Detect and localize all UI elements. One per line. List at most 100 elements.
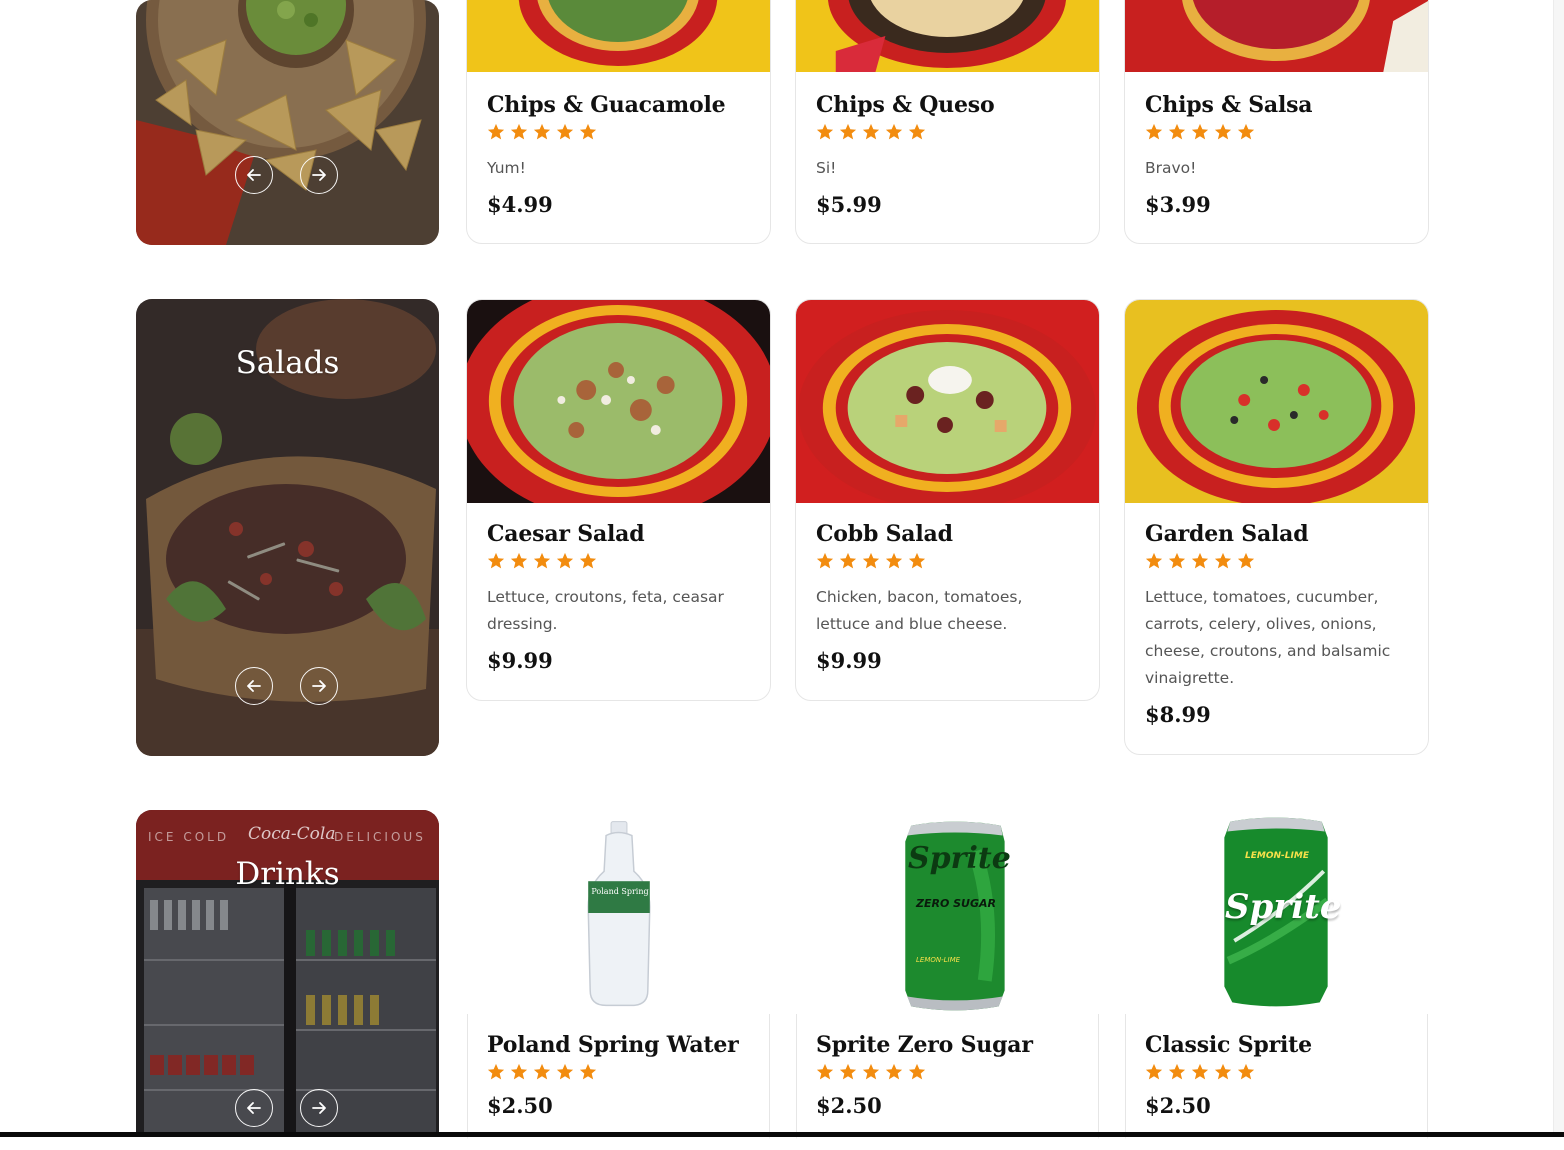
- star-icon: [487, 552, 505, 569]
- star-icon: [1168, 552, 1186, 569]
- item-description: Chicken, bacon, tomatoes, lettuce and bl…: [816, 588, 1023, 633]
- item-name: Chips & Queso: [816, 92, 995, 118]
- arrow-right-icon: [312, 169, 326, 181]
- menu-item-card[interactable]: Cobb Salad Chicken, bacon, tomatoes, let…: [795, 299, 1100, 701]
- salads-prev-button[interactable]: [235, 667, 273, 705]
- item-name: Classic Sprite: [1145, 1032, 1312, 1058]
- arrow-right-icon: [312, 1102, 326, 1114]
- star-icon: [816, 1063, 834, 1080]
- drinks-next-button[interactable]: [300, 1089, 338, 1127]
- arrow-left-icon: [247, 680, 261, 692]
- star-rating: [1145, 552, 1408, 572]
- star-icon: [510, 123, 528, 140]
- menu-item-card[interactable]: Chips & Salsa Bravo! $3.99: [1124, 0, 1429, 244]
- star-icon: [862, 552, 880, 569]
- star-icon: [839, 1063, 857, 1080]
- chips-next-button[interactable]: [300, 156, 338, 194]
- star-icon: [1214, 123, 1232, 140]
- star-icon: [908, 552, 926, 569]
- salads-next-button[interactable]: [300, 667, 338, 705]
- item-description: Yum!: [487, 159, 526, 177]
- menu-item-card[interactable]: LEMON-LIME Sprite Classic Sprite $2.50: [1124, 810, 1429, 1150]
- star-icon: [510, 552, 528, 569]
- item-price: $2.50: [1145, 1093, 1211, 1118]
- can-brand: Sprite: [908, 841, 1011, 876]
- item-photo: [467, 0, 770, 72]
- menu-item-card[interactable]: Sprite ZERO SUGAR LEMON-LIME Sprite Zero…: [795, 810, 1100, 1150]
- star-icon: [1191, 123, 1209, 140]
- star-icon: [533, 1063, 551, 1080]
- item-name: Caesar Salad: [487, 521, 645, 547]
- star-icon: [1214, 552, 1232, 569]
- star-icon: [839, 552, 857, 569]
- item-name: Sprite Zero Sugar: [816, 1032, 1033, 1058]
- star-icon: [816, 123, 834, 140]
- item-photo: [467, 300, 770, 503]
- star-icon: [579, 552, 597, 569]
- bottom-edge-bar: [0, 1132, 1564, 1137]
- star-rating: [487, 1063, 750, 1083]
- item-name: Chips & Guacamole: [487, 92, 726, 118]
- item-price: $5.99: [816, 192, 882, 217]
- star-icon: [533, 552, 551, 569]
- menu-item-card[interactable]: Chips & Queso Si! $5.99: [795, 0, 1100, 244]
- item-name: Garden Salad: [1145, 521, 1309, 547]
- category-card-drinks: ICE COLD Coca-Cola DELICIOUS Drinks: [136, 810, 439, 1137]
- star-rating: [487, 552, 750, 572]
- menu-item-card[interactable]: Caesar Salad Lettuce, croutons, feta, ce…: [466, 299, 771, 701]
- star-icon: [1168, 1063, 1186, 1080]
- star-icon: [579, 1063, 597, 1080]
- can-sublabel: ZERO SUGAR: [915, 897, 996, 910]
- star-rating: [487, 123, 750, 143]
- star-icon: [1145, 123, 1163, 140]
- star-icon: [579, 123, 597, 140]
- item-price: $9.99: [487, 648, 553, 673]
- item-photo: [1125, 0, 1428, 72]
- item-description: Lettuce, tomatoes, cucumber, carrots, ce…: [1145, 588, 1391, 687]
- category-title: Drinks: [235, 856, 340, 892]
- can-flavor: LEMON-LIME: [1245, 851, 1309, 861]
- star-icon: [1237, 123, 1255, 140]
- menu-item-card[interactable]: Garden Salad Lettuce, tomatoes, cucumber…: [1124, 299, 1429, 755]
- banner-text-right: DELICIOUS: [334, 830, 426, 844]
- star-icon: [556, 1063, 574, 1080]
- star-icon: [1214, 1063, 1232, 1080]
- star-icon: [885, 123, 903, 140]
- star-icon: [556, 123, 574, 140]
- banner-text-left: ICE COLD: [148, 830, 230, 844]
- star-icon: [1237, 552, 1255, 569]
- item-description: Lettuce, croutons, feta, ceasar dressing…: [487, 588, 724, 633]
- star-icon: [533, 123, 551, 140]
- star-icon: [510, 1063, 528, 1080]
- coca-cola-logo: Coca-Cola: [248, 824, 336, 844]
- item-description: Si!: [816, 159, 837, 177]
- star-icon: [862, 1063, 880, 1080]
- star-icon: [862, 123, 880, 140]
- arrow-left-icon: [247, 169, 261, 181]
- chips-prev-button[interactable]: [235, 156, 273, 194]
- star-icon: [839, 123, 857, 140]
- category-card-chips: [136, 0, 439, 245]
- star-icon: [908, 1063, 926, 1080]
- scrollbar[interactable]: [1553, 0, 1564, 1132]
- category-title: Salads: [235, 345, 340, 381]
- can-brand: Sprite: [1225, 887, 1342, 927]
- menu-item-card[interactable]: Chips & Guacamole Yum! $4.99: [466, 0, 771, 244]
- menu-item-card[interactable]: Poland Spring Poland Spring Water $2.50: [466, 810, 771, 1150]
- drinks-section: ICE COLD Coca-Cola DELICIOUS Drinks Pola…: [136, 810, 1429, 1150]
- star-icon: [1191, 552, 1209, 569]
- star-icon: [816, 552, 834, 569]
- item-price: $9.99: [816, 648, 882, 673]
- star-icon: [1237, 1063, 1255, 1080]
- star-rating: [816, 552, 1079, 572]
- item-name: Chips & Salsa: [1145, 92, 1313, 118]
- item-photo: [1125, 300, 1428, 503]
- item-price: $3.99: [1145, 192, 1211, 217]
- item-description: Bravo!: [1145, 159, 1197, 177]
- drinks-prev-button[interactable]: [235, 1089, 273, 1127]
- item-photo: [467, 811, 770, 1014]
- salads-section: Salads Caesar Salad Lettuce, croutons, f…: [136, 299, 1429, 756]
- item-price: $2.50: [816, 1093, 882, 1118]
- star-icon: [908, 123, 926, 140]
- item-name: Poland Spring Water: [487, 1032, 739, 1058]
